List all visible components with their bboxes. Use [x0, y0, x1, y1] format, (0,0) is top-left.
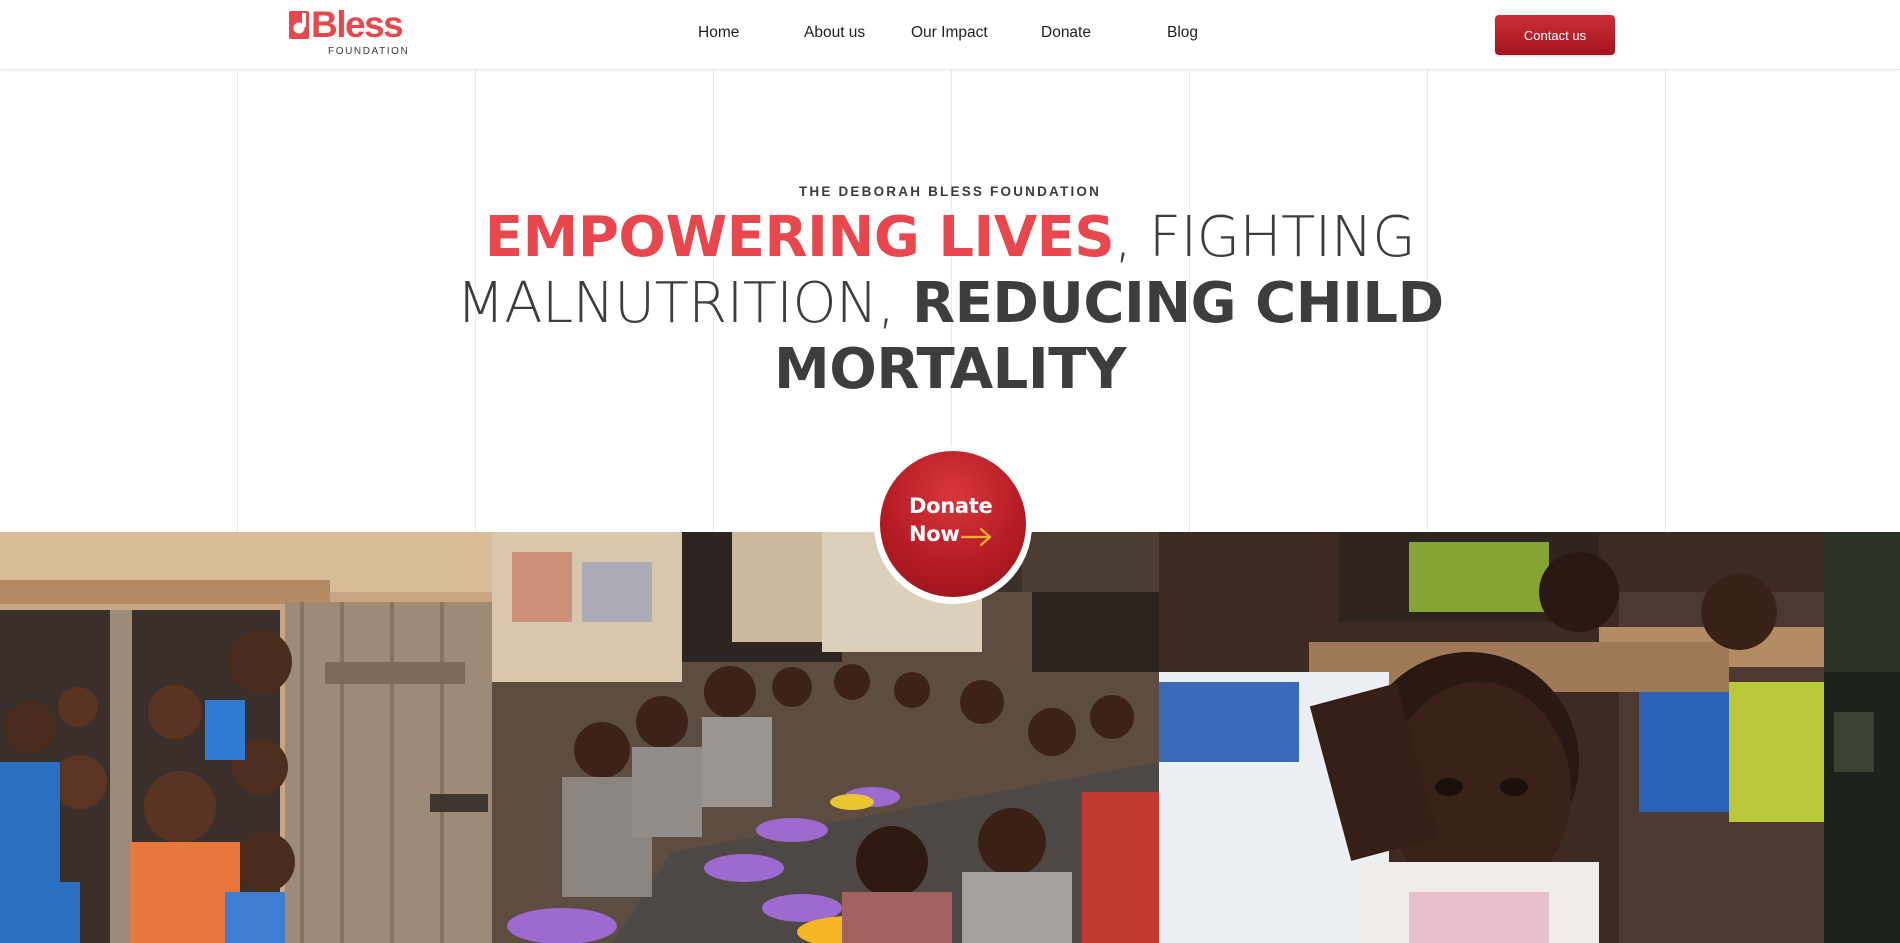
nav-our-impact[interactable]: Our Impact [911, 24, 988, 42]
contact-us-button[interactable]: Contact us [1495, 15, 1615, 55]
logo-mark-icon [289, 11, 309, 39]
headline-accent: EMPOWERING LIVES [484, 205, 1115, 270]
hero-eyebrow: THE DEBORAH BLESS FOUNDATION [798, 184, 1102, 199]
partial-photo [1824, 532, 1900, 943]
brand-subtitle: FOUNDATION [328, 46, 410, 57]
grid-divider [237, 70, 238, 532]
arrow-right-icon [960, 527, 992, 547]
donate-label-line1: Donate [909, 494, 993, 518]
children-eating-meal-photo [492, 532, 1159, 943]
grid-divider [1665, 70, 1666, 532]
child-at-desk-photo [1159, 532, 1824, 943]
children-at-doorway-photo [0, 532, 492, 943]
nav-donate[interactable]: Donate [1041, 24, 1091, 42]
brand-logo[interactable]: Bless FOUNDATION [289, 4, 419, 60]
donate-now-button[interactable]: Donate Now [880, 451, 1026, 597]
nav-blog[interactable]: Blog [1167, 24, 1198, 42]
hero-headline: EMPOWERING LIVES, FIGHTING MALNUTRITION,… [450, 205, 1450, 403]
donate-label-line2: Now [909, 522, 960, 546]
site-header: Bless FOUNDATION Home About us Our Impac… [0, 0, 1900, 70]
brand-name: Bless [311, 4, 404, 45]
nav-about-us[interactable]: About us [804, 24, 865, 42]
nav-home[interactable]: Home [698, 24, 739, 42]
